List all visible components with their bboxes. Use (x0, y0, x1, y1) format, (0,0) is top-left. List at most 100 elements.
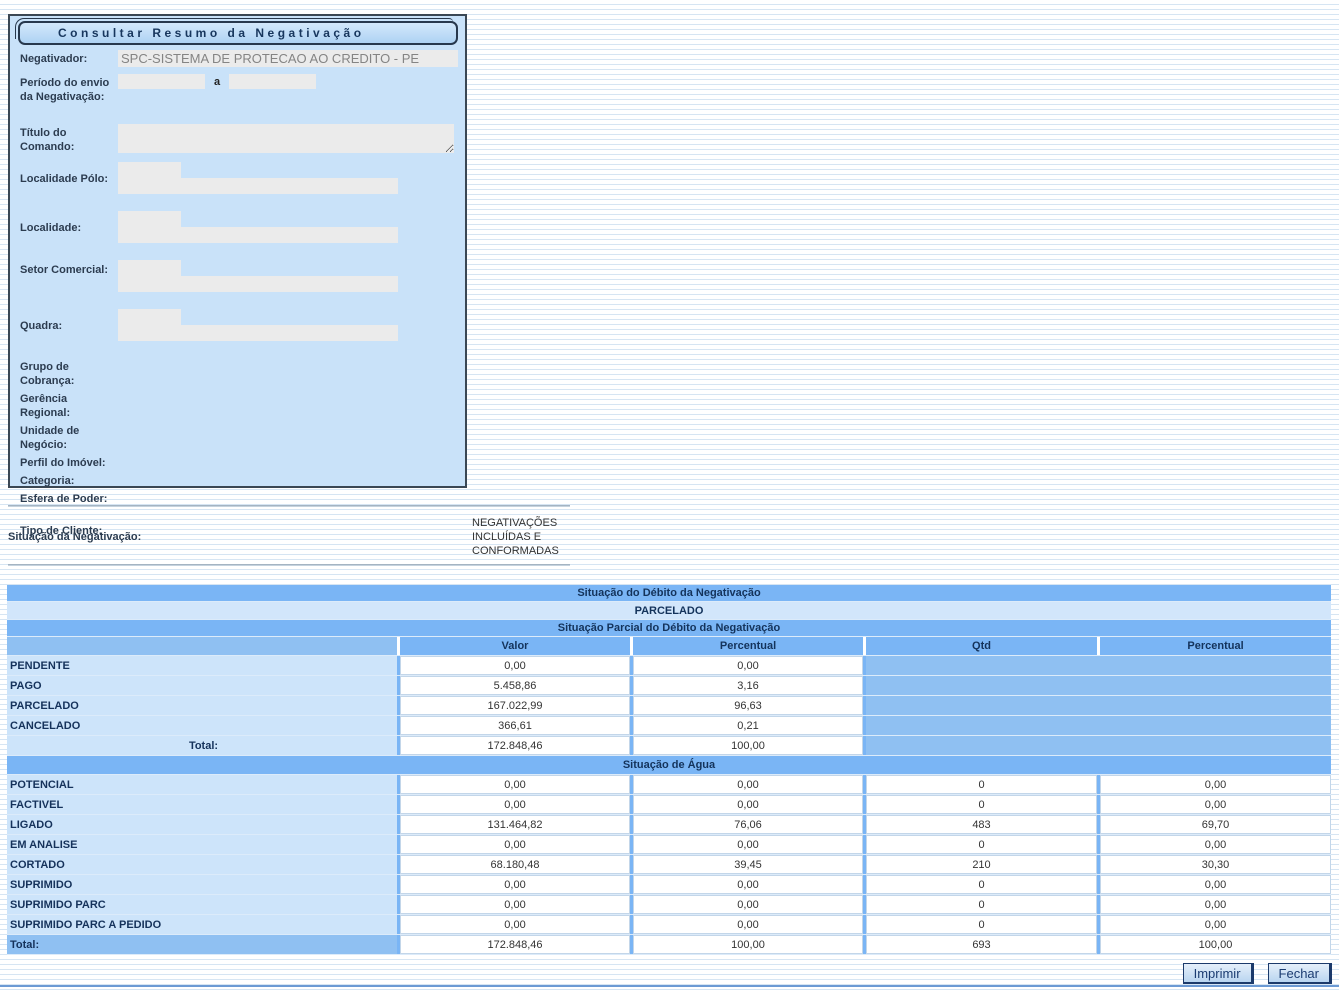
unidade-negocio-label: Unidade de Negócio: (20, 422, 118, 452)
perfil-imovel-label: Perfil do Imóvel: (20, 454, 118, 470)
titulo-comando-textarea[interactable] (118, 124, 454, 153)
cell-qtd: 0 (866, 875, 1097, 894)
esfera-poder-label: Esfera de Poder: (20, 490, 118, 506)
fechar-button[interactable]: Fechar (1268, 963, 1332, 984)
table-row: POTENCIAL0,000,0000,00 (7, 775, 1331, 794)
cell-qtd-percentual: 69,70 (1100, 815, 1331, 834)
localidade-polo-descricao-input[interactable] (118, 178, 398, 194)
cell-qtd-filler (866, 676, 1331, 695)
cell-qtd: 0 (866, 895, 1097, 914)
table-row: PAGO5.458,863,16 (7, 676, 1331, 695)
cell-percentual: 3,16 (633, 676, 863, 695)
cell-valor: 0,00 (400, 795, 630, 814)
column-header-empty (7, 637, 397, 655)
cell-valor: 172.848,46 (400, 935, 630, 954)
cell-valor: 131.464,82 (400, 815, 630, 834)
cell-percentual: 0,00 (633, 915, 863, 934)
row-label: PARCELADO (7, 696, 397, 715)
row-label: Total: (7, 736, 397, 755)
cell-qtd-percentual: 0,00 (1100, 915, 1331, 934)
row-label: SUPRIMIDO PARC (7, 895, 397, 914)
cell-qtd-filler (866, 696, 1331, 715)
cell-valor: 0,00 (400, 775, 630, 794)
row-label: POTENCIAL (7, 775, 397, 794)
cell-qtd: 0 (866, 915, 1097, 934)
gerencia-regional-label: Gerência Regional: (20, 390, 118, 420)
negativacao-results-table: Situação do Débito da Negativação PARCEL… (7, 585, 1331, 955)
cell-percentual: 0,00 (633, 875, 863, 894)
cell-qtd-filler (866, 656, 1331, 675)
situacao-negativacao-label: Situação da Negativação: (8, 531, 141, 543)
cell-valor: 0,00 (400, 915, 630, 934)
cell-percentual: 0,21 (633, 716, 863, 735)
imprimir-button[interactable]: Imprimir (1183, 963, 1254, 984)
cell-qtd: 693 (866, 935, 1097, 954)
cell-qtd-percentual: 0,00 (1100, 795, 1331, 814)
table-header-situacao-debito: Situação do Débito da Negativação (7, 585, 1331, 601)
table-header-situacao-parcial: Situação Parcial do Débito da Negativaçã… (7, 620, 1331, 636)
negativador-label: Negativador: (20, 50, 118, 66)
table-header-situacao-agua: Situação de Água (7, 756, 1331, 774)
cell-qtd-percentual: 0,00 (1100, 835, 1331, 854)
setor-comercial-descricao-input[interactable] (118, 276, 398, 292)
table-row: SUPRIMIDO PARC A PEDIDO0,000,0000,00 (7, 915, 1331, 934)
cell-qtd-percentual: 0,00 (1100, 775, 1331, 794)
footer-divider-line (0, 985, 1339, 987)
table-row: Total:172.848,46100,00693100,00 (7, 935, 1331, 954)
periodo-label: Período do envio da Negativação: (20, 74, 118, 104)
cell-percentual: 96,63 (633, 696, 863, 715)
table-row: CANCELADO366,610,21 (7, 716, 1331, 735)
cell-valor: 0,00 (400, 895, 630, 914)
cell-qtd-percentual: 0,00 (1100, 895, 1331, 914)
localidade-polo-label: Localidade Pólo: (20, 162, 118, 186)
row-label: Total: (7, 935, 397, 954)
cell-qtd-percentual: 0,00 (1100, 875, 1331, 894)
cell-qtd-percentual: 100,00 (1100, 935, 1331, 954)
cell-qtd: 210 (866, 855, 1097, 874)
titulo-comando-label: Título do Comando: (20, 124, 118, 154)
cell-valor: 0,00 (400, 656, 630, 675)
table-row: PARCELADO167.022,9996,63 (7, 696, 1331, 715)
quadra-label: Quadra: (20, 309, 118, 333)
cell-qtd-filler (866, 736, 1331, 755)
row-label: SUPRIMIDO PARC A PEDIDO (7, 915, 397, 934)
cell-percentual: 0,00 (633, 775, 863, 794)
table-header-parcelado: PARCELADO (7, 602, 1331, 619)
setor-comercial-label: Setor Comercial: (20, 260, 118, 277)
grupo-cobranca-label: Grupo de Cobrança: (20, 358, 118, 388)
localidade-descricao-input[interactable] (118, 227, 398, 243)
cell-qtd: 0 (866, 835, 1097, 854)
situacao-negativacao-value: NEGATIVAÇÕES INCLUÍDAS E CONFORMADAS (472, 516, 572, 558)
table-row: LIGADO131.464,8276,0648369,70 (7, 815, 1331, 834)
cell-percentual: 100,00 (633, 935, 863, 954)
periodo-fim-input[interactable] (229, 74, 316, 89)
cell-qtd-percentual: 30,30 (1100, 855, 1331, 874)
panel-title-tab: Consultar Resumo da Negativação (18, 21, 458, 45)
cell-valor: 68.180,48 (400, 855, 630, 874)
table-row: EM ANALISE0,000,0000,00 (7, 835, 1331, 854)
cell-qtd: 483 (866, 815, 1097, 834)
cell-qtd-filler (866, 716, 1331, 735)
cell-valor: 5.458,86 (400, 676, 630, 695)
cell-valor: 0,00 (400, 835, 630, 854)
separator-line-bottom (8, 564, 570, 566)
row-label: PENDENTE (7, 656, 397, 675)
table-row: CORTADO68.180,4839,4521030,30 (7, 855, 1331, 874)
cell-valor: 172.848,46 (400, 736, 630, 755)
consulta-panel: Consultar Resumo da Negativação Negativa… (8, 14, 467, 488)
column-header-valor: Valor (400, 637, 630, 655)
localidade-label: Localidade: (20, 211, 118, 235)
row-label: FACTIVEL (7, 795, 397, 814)
table-column-header-row: Valor Percentual Qtd Percentual (7, 637, 1331, 655)
row-label: CORTADO (7, 855, 397, 874)
separator-line-top (8, 505, 570, 507)
periodo-inicio-input[interactable] (118, 74, 205, 89)
cell-valor: 167.022,99 (400, 696, 630, 715)
periodo-separator: a (214, 76, 220, 88)
column-header-percentual: Percentual (633, 637, 863, 655)
debito-rows-section: PENDENTE0,000,00PAGO5.458,863,16PARCELAD… (7, 656, 1331, 755)
quadra-descricao-input[interactable] (118, 325, 398, 341)
column-header-percentual-qtd: Percentual (1100, 637, 1331, 655)
row-label: CANCELADO (7, 716, 397, 735)
negativador-input[interactable] (118, 50, 458, 67)
